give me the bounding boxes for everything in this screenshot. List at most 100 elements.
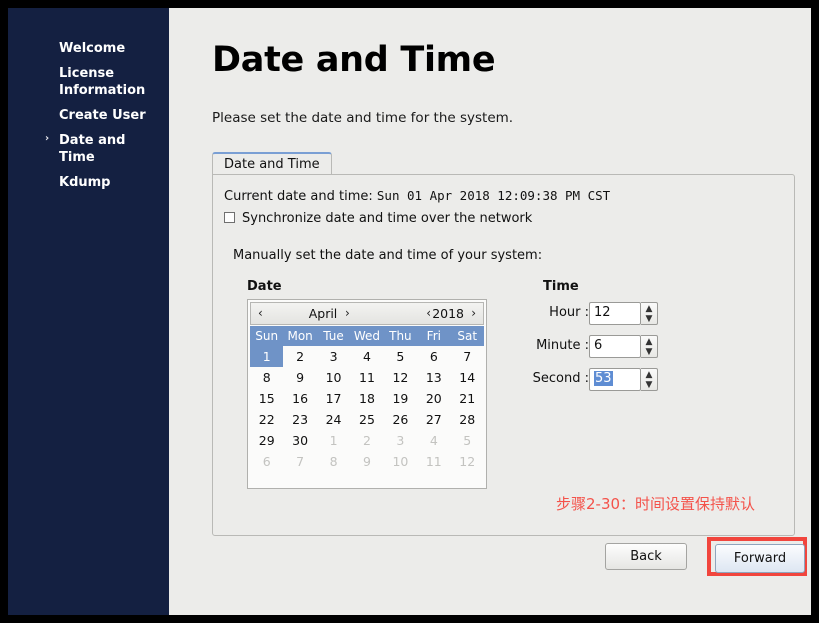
calendar-day[interactable]: 29 bbox=[250, 430, 283, 451]
calendar-day[interactable]: 7 bbox=[283, 451, 316, 472]
calendar-day[interactable]: 5 bbox=[451, 430, 484, 451]
hour-input[interactable]: 12 bbox=[589, 302, 641, 325]
calendar-header: ‹ April › ‹ 2018 › bbox=[250, 302, 484, 325]
sync-checkbox-label: Synchronize date and time over the netwo… bbox=[242, 211, 533, 226]
sidebar-item-label: Kdump bbox=[59, 175, 111, 190]
calendar-day[interactable]: 12 bbox=[451, 451, 484, 472]
current-date-time-value: Sun 01 Apr 2018 12:09:38 PM CST bbox=[376, 188, 611, 203]
second-stepper-up-icon[interactable]: ▲ bbox=[641, 370, 657, 380]
calendar-day[interactable]: 28 bbox=[451, 409, 484, 430]
sidebar-item-label: Create User bbox=[59, 108, 146, 123]
manual-set-label: Manually set the date and time of your s… bbox=[233, 248, 543, 263]
sidebar-item-license-information[interactable]: License Information bbox=[8, 63, 169, 101]
next-month-icon[interactable]: › bbox=[345, 306, 350, 320]
calendar-day[interactable]: 3 bbox=[384, 430, 417, 451]
second-stepper-down-icon[interactable]: ▼ bbox=[641, 380, 657, 390]
minute-stepper-down-icon[interactable]: ▼ bbox=[641, 347, 657, 357]
prev-month-icon[interactable]: ‹ bbox=[258, 306, 263, 320]
tab-date-and-time[interactable]: Date and Time bbox=[212, 152, 332, 176]
calendar-day[interactable]: 3 bbox=[317, 346, 350, 367]
calendar-day[interactable]: 4 bbox=[350, 346, 383, 367]
calendar-day[interactable]: 20 bbox=[417, 388, 450, 409]
calendar-day[interactable]: 8 bbox=[317, 451, 350, 472]
back-button[interactable]: Back bbox=[605, 543, 687, 570]
second-label: Second : bbox=[532, 371, 589, 386]
date-section-heading: Date bbox=[247, 279, 282, 294]
sidebar-item-welcome[interactable]: Welcome bbox=[8, 38, 169, 59]
calendar-day[interactable]: 7 bbox=[451, 346, 484, 367]
calendar-day[interactable]: 9 bbox=[350, 451, 383, 472]
calendar-year-label: 2018 bbox=[432, 306, 464, 321]
calendar-day[interactable]: 2 bbox=[350, 430, 383, 451]
calendar-day[interactable]: 4 bbox=[417, 430, 450, 451]
minute-input[interactable]: 6 bbox=[589, 335, 641, 358]
time-section-heading: Time bbox=[543, 279, 579, 294]
calendar-widget[interactable]: ‹ April › ‹ 2018 › Sun Mon Tue Wed Thu F… bbox=[247, 299, 487, 489]
calendar-day[interactable]: 9 bbox=[283, 367, 316, 388]
sync-checkbox-row[interactable]: Synchronize date and time over the netwo… bbox=[224, 211, 532, 226]
calendar-day[interactable]: 18 bbox=[350, 388, 383, 409]
calendar-day[interactable]: 16 bbox=[283, 388, 316, 409]
calendar-day[interactable]: 19 bbox=[384, 388, 417, 409]
day-header: Fri bbox=[426, 329, 441, 343]
forward-button[interactable]: Forward bbox=[715, 544, 805, 573]
sidebar: Welcome License Information Create User … bbox=[8, 8, 169, 615]
minute-value: 6 bbox=[594, 338, 603, 353]
calendar-day[interactable]: 27 bbox=[417, 409, 450, 430]
sidebar-item-date-and-time[interactable]: › Date and Time bbox=[8, 130, 169, 168]
calendar-day[interactable]: 11 bbox=[417, 451, 450, 472]
calendar-day[interactable]: 14 bbox=[451, 367, 484, 388]
calendar-day[interactable]: 10 bbox=[384, 451, 417, 472]
calendar-weeks: 1 2 3 4 5 6 7 8 9 10 11 12 13 14 15 16 17 18 19 20 21 22 23 24 2… bbox=[250, 346, 484, 472]
minute-stepper-up-icon[interactable]: ▲ bbox=[641, 337, 657, 347]
calendar-day-headers: Sun Mon Tue Wed Thu Fri Sat bbox=[250, 326, 484, 346]
calendar-day[interactable]: 30 bbox=[283, 430, 316, 451]
calendar-day[interactable]: 2 bbox=[283, 346, 316, 367]
calendar-day[interactable]: 25 bbox=[350, 409, 383, 430]
calendar-day[interactable]: 21 bbox=[451, 388, 484, 409]
page-title: Date and Time bbox=[212, 40, 496, 80]
calendar-day[interactable]: 23 bbox=[283, 409, 316, 430]
sidebar-item-label: Date and Time bbox=[59, 133, 126, 165]
calendar-week-row: 8 9 10 11 12 13 14 bbox=[250, 367, 484, 388]
calendar-week-row: 22 23 24 25 26 27 28 bbox=[250, 409, 484, 430]
calendar-day[interactable]: 12 bbox=[384, 367, 417, 388]
sync-checkbox[interactable] bbox=[224, 212, 235, 223]
hour-stepper[interactable]: ▲ ▼ bbox=[641, 302, 658, 325]
calendar-day[interactable]: 15 bbox=[250, 388, 283, 409]
prev-year-icon[interactable]: ‹ bbox=[426, 306, 431, 320]
calendar-day[interactable]: 24 bbox=[317, 409, 350, 430]
calendar-week-row: 1234567 bbox=[250, 346, 484, 367]
hour-stepper-down-icon[interactable]: ▼ bbox=[641, 314, 657, 324]
calendar-day[interactable]: 10 bbox=[317, 367, 350, 388]
next-year-icon[interactable]: › bbox=[471, 306, 476, 320]
calendar-day[interactable]: 6 bbox=[417, 346, 450, 367]
hour-value: 12 bbox=[594, 305, 611, 320]
second-row: Second : 53 ▲ ▼ bbox=[493, 368, 663, 392]
calendar-day-selected[interactable]: 1 bbox=[250, 346, 284, 367]
calendar-day[interactable]: 13 bbox=[417, 367, 450, 388]
second-input[interactable]: 53 bbox=[589, 368, 641, 391]
calendar-day[interactable]: 11 bbox=[350, 367, 383, 388]
minute-row: Minute : 6 ▲ ▼ bbox=[493, 335, 663, 359]
calendar-day[interactable]: 22 bbox=[250, 409, 283, 430]
hour-row: Hour : 12 ▲ ▼ bbox=[493, 302, 663, 326]
sidebar-item-kdump[interactable]: Kdump bbox=[8, 172, 169, 193]
calendar-day[interactable]: 5 bbox=[384, 346, 417, 367]
calendar-day[interactable]: 8 bbox=[250, 367, 283, 388]
calendar-day[interactable]: 26 bbox=[384, 409, 417, 430]
second-stepper[interactable]: ▲ ▼ bbox=[641, 368, 658, 391]
calendar-grid: Sun Mon Tue Wed Thu Fri Sat 1 2 3 4 5 6 7 8 9 10 1… bbox=[250, 326, 484, 472]
sidebar-item-create-user[interactable]: Create User bbox=[8, 105, 169, 126]
calendar-week-row: 29 30 1 2 3 4 5 bbox=[250, 430, 484, 451]
calendar-day[interactable]: 6 bbox=[250, 451, 283, 472]
calendar-day[interactable]: 17 bbox=[317, 388, 350, 409]
hour-stepper-up-icon[interactable]: ▲ bbox=[641, 304, 657, 314]
annotation-text: 步骤2-30：时间设置保持默认 bbox=[556, 495, 756, 513]
day-header: Mon bbox=[287, 329, 313, 343]
minute-stepper[interactable]: ▲ ▼ bbox=[641, 335, 658, 358]
hour-label: Hour : bbox=[549, 305, 589, 320]
calendar-day[interactable]: 1 bbox=[317, 430, 350, 451]
current-date-time-row: Current date and time: Sun 01 Apr 2018 1… bbox=[224, 188, 610, 204]
date-time-panel: Current date and time: Sun 01 Apr 2018 1… bbox=[212, 174, 795, 536]
